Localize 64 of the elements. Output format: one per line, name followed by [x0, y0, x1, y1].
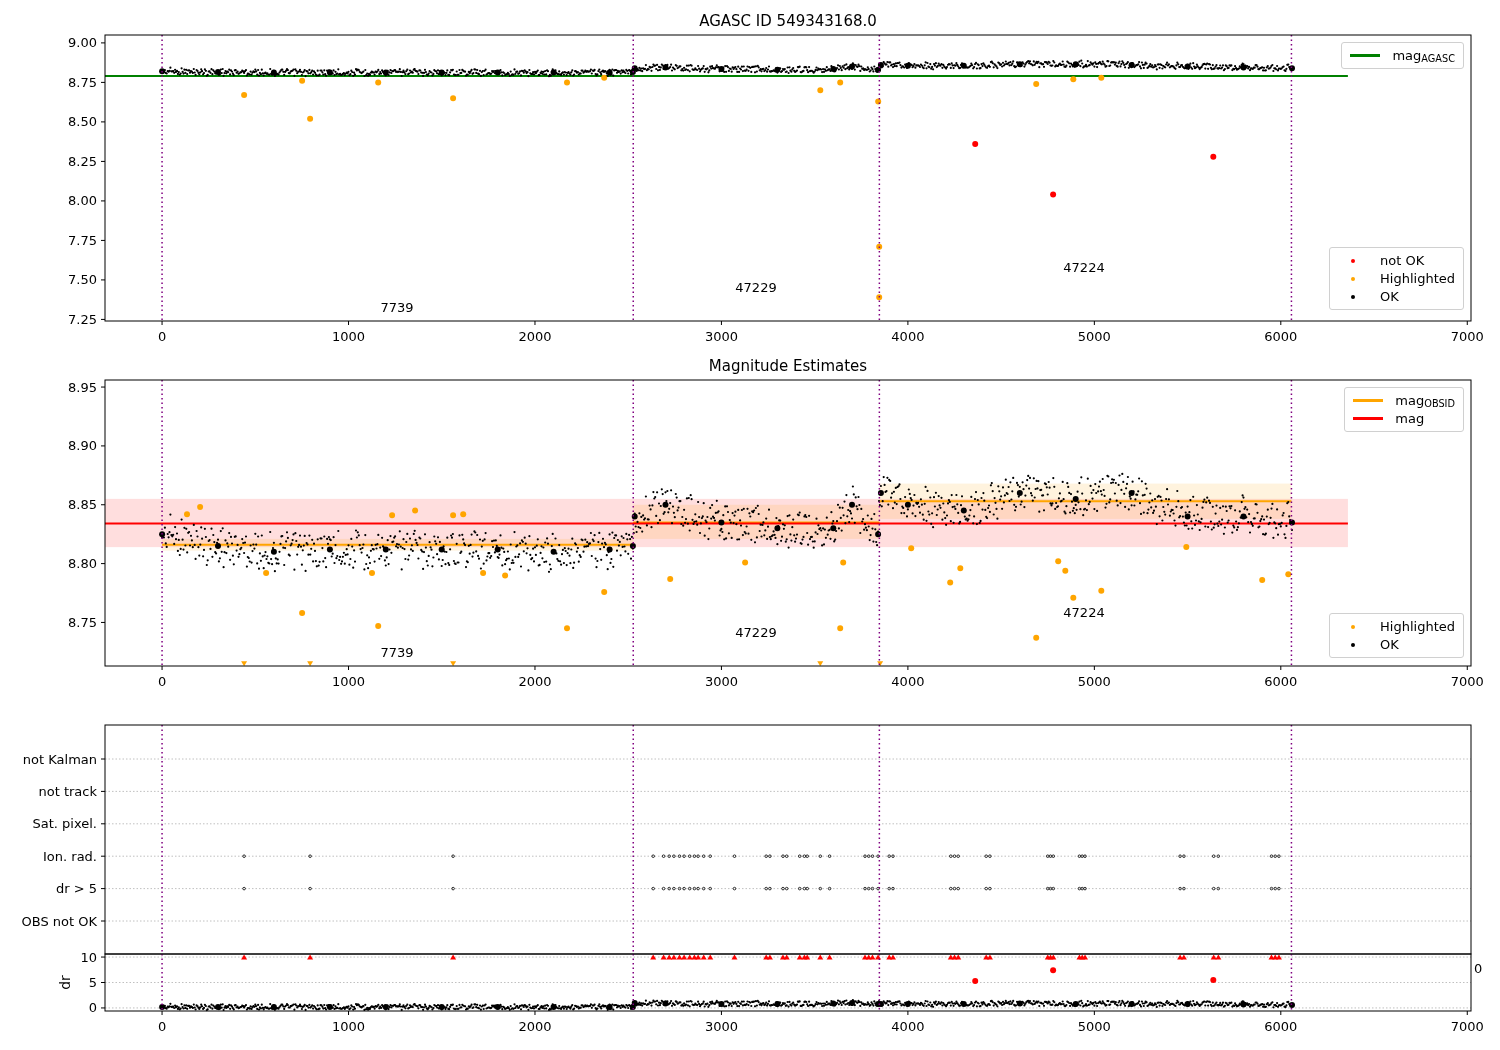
tick-label: 8.85: [68, 497, 97, 513]
tick-label: 0: [157, 673, 167, 689]
chart-title: AGASC ID 549343168.0: [699, 12, 877, 30]
tick-label: 10: [80, 949, 97, 965]
tick-label: 5000: [1077, 328, 1111, 344]
legend-label: Highlighted: [1380, 619, 1455, 634]
legend-label: mag$_{AGASC}$: [1392, 48, 1455, 63]
tick-label: 7000: [1450, 673, 1484, 689]
tick-label: 7.50: [68, 272, 97, 288]
cut-off-tick-label: 0: [1474, 961, 1483, 976]
tick-label: 2000: [518, 673, 552, 689]
tick-label: 6000: [1264, 328, 1298, 344]
legend-label: mag: [1395, 411, 1425, 426]
tick-label: 7.75: [68, 232, 97, 248]
tick-label: 5000: [1077, 1018, 1111, 1034]
tick-label: 3000: [704, 1018, 738, 1034]
tick-label: 8.95: [68, 379, 97, 395]
annotation-label: 47224: [1063, 259, 1105, 275]
category-label: OBS not OK: [21, 913, 97, 929]
tick-label: 6000: [1264, 1018, 1298, 1034]
legend-label: OK: [1380, 289, 1399, 304]
tick-label: 5: [88, 975, 97, 990]
tick-label: 8.90: [68, 438, 97, 454]
tick-label: 8.80: [68, 556, 97, 572]
annotation-label: 47224: [1063, 604, 1105, 620]
tick-label: 0: [88, 1000, 97, 1016]
tick-label: 2000: [518, 1018, 552, 1034]
tick-label: 8.75: [68, 614, 97, 630]
category-label: not Kalman: [22, 751, 97, 767]
category-label: Ion. rad.: [43, 848, 97, 864]
tick-label: 0: [157, 1018, 167, 1034]
tick-label: 5000: [1077, 673, 1111, 689]
tick-label: 4000: [891, 673, 925, 689]
tick-label: 7000: [1450, 328, 1484, 344]
tick-label: 4000: [891, 328, 925, 344]
annotation-label: 47229: [735, 279, 777, 295]
axis-label: dr: [57, 975, 73, 990]
tick-label: 7.25: [68, 311, 97, 327]
tick-label: 1000: [331, 328, 366, 344]
tick-label: 0: [157, 328, 167, 344]
tick-label: 3000: [704, 673, 738, 689]
category-label: not track: [38, 783, 97, 799]
tick-label: 1000: [331, 673, 366, 689]
category-label: dr > 5: [55, 881, 97, 897]
tick-label: 8.00: [68, 193, 97, 209]
annotation-label: 7739: [380, 644, 414, 660]
tick-label: 9.00: [68, 35, 97, 51]
annotation-label: 7739: [380, 299, 414, 315]
tick-label: 8.25: [68, 153, 97, 169]
tick-label: 6000: [1264, 673, 1298, 689]
legend-label: Highlighted: [1380, 271, 1455, 286]
chart-title: Magnitude Estimates: [708, 357, 868, 375]
legend-label: not OK: [1380, 253, 1425, 268]
tick-label: 8.50: [68, 114, 97, 130]
legend-label: mag$_{OBSID}$: [1395, 393, 1455, 408]
tick-label: 4000: [891, 1018, 925, 1034]
category-label: Sat. pixel.: [32, 816, 97, 832]
annotation-label: 47229: [735, 624, 777, 640]
tick-label: 2000: [518, 328, 552, 344]
tick-label: 3000: [704, 328, 738, 344]
tick-label: 8.75: [68, 74, 97, 90]
legend-label: OK: [1380, 637, 1399, 652]
tick-label: 7000: [1450, 1018, 1484, 1034]
tick-label: 1000: [331, 1018, 366, 1034]
